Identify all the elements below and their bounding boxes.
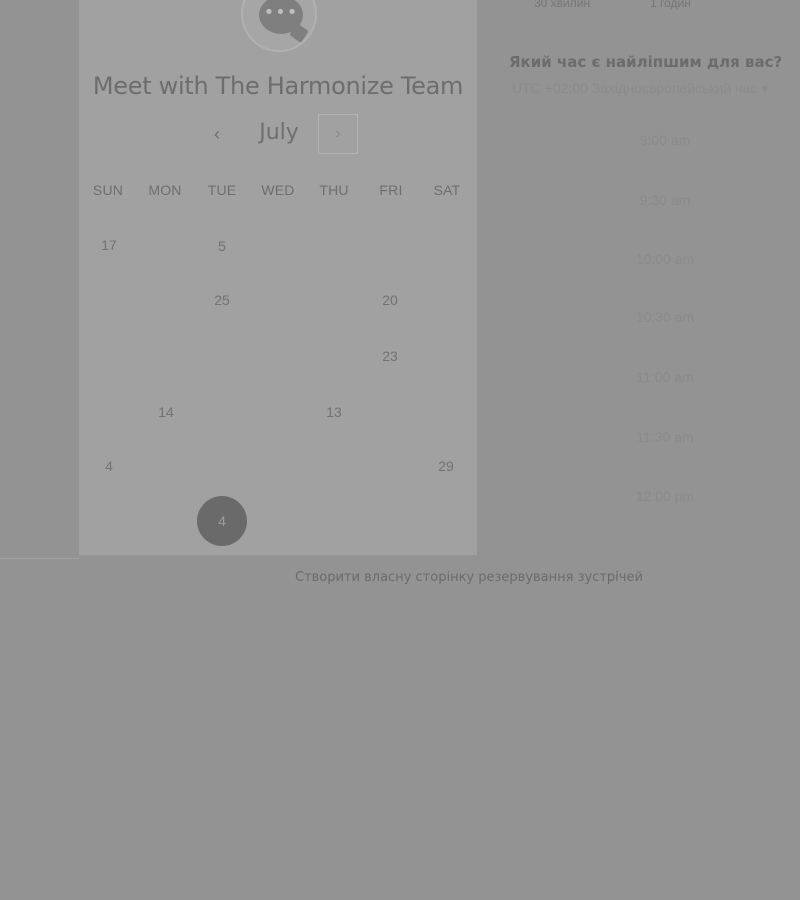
- calendar-day[interactable]: 5: [207, 238, 237, 254]
- weekday-thu: THU: [319, 182, 349, 198]
- divider: [0, 558, 79, 559]
- create-booking-page-link[interactable]: Створити власну сторінку резервування зу…: [295, 570, 643, 585]
- chevron-right-icon[interactable]: ›: [318, 114, 358, 154]
- weekday-wed: WED: [261, 182, 295, 198]
- timezone-select[interactable]: UTC +02:00 Західноєвропейський час ▾: [512, 80, 768, 97]
- duration-1hour[interactable]: 1 годин: [650, 0, 691, 10]
- calendar-day[interactable]: 13: [319, 404, 349, 420]
- time-slot[interactable]: 11:30 am: [560, 429, 770, 445]
- time-slot[interactable]: 12:00 pm: [560, 488, 770, 504]
- weekday-tue: TUE: [207, 182, 237, 198]
- calendar-day[interactable]: 23: [375, 348, 405, 364]
- ellipsis-icon: •••: [263, 2, 299, 23]
- time-slot[interactable]: 10:00 am: [560, 251, 770, 267]
- calendar-day-selected[interactable]: 4: [197, 496, 247, 546]
- page-title: Meet with The Harmonize Team: [92, 72, 464, 100]
- calendar-day[interactable]: 25: [207, 292, 237, 308]
- time-slot[interactable]: 9:00 am: [560, 132, 770, 148]
- weekday-sat: SAT: [433, 182, 461, 198]
- chevron-left-icon[interactable]: ‹: [206, 122, 228, 146]
- month-label: July: [259, 120, 299, 145]
- weekday-mon: MON: [148, 182, 182, 198]
- weekday-sun: SUN: [92, 182, 124, 198]
- month-navigation: ‹ July ›: [79, 114, 477, 156]
- time-slot[interactable]: 9:30 am: [560, 192, 770, 208]
- duration-30min[interactable]: 30 хвилин: [534, 0, 590, 10]
- time-slot[interactable]: 11:00 am: [560, 369, 770, 385]
- calendar-day[interactable]: 17: [94, 237, 124, 253]
- weekday-fri: FRI: [379, 182, 403, 198]
- weekday-header: SUN MON TUE WED THU FRI SAT: [79, 182, 477, 202]
- calendar-day[interactable]: 29: [431, 458, 461, 474]
- calendar-day[interactable]: 20: [375, 292, 405, 308]
- time-question: Який час є найліпшим для вас?: [509, 53, 783, 71]
- page-overlay: ••• Meet with The Harmonize Team ‹ July …: [0, 0, 800, 900]
- time-slot[interactable]: 10:30 am: [560, 309, 770, 325]
- duration-options: 30 хвилин 1 годин: [534, 0, 734, 12]
- calendar-day[interactable]: 14: [151, 404, 181, 420]
- calendar-day[interactable]: 4: [94, 458, 124, 474]
